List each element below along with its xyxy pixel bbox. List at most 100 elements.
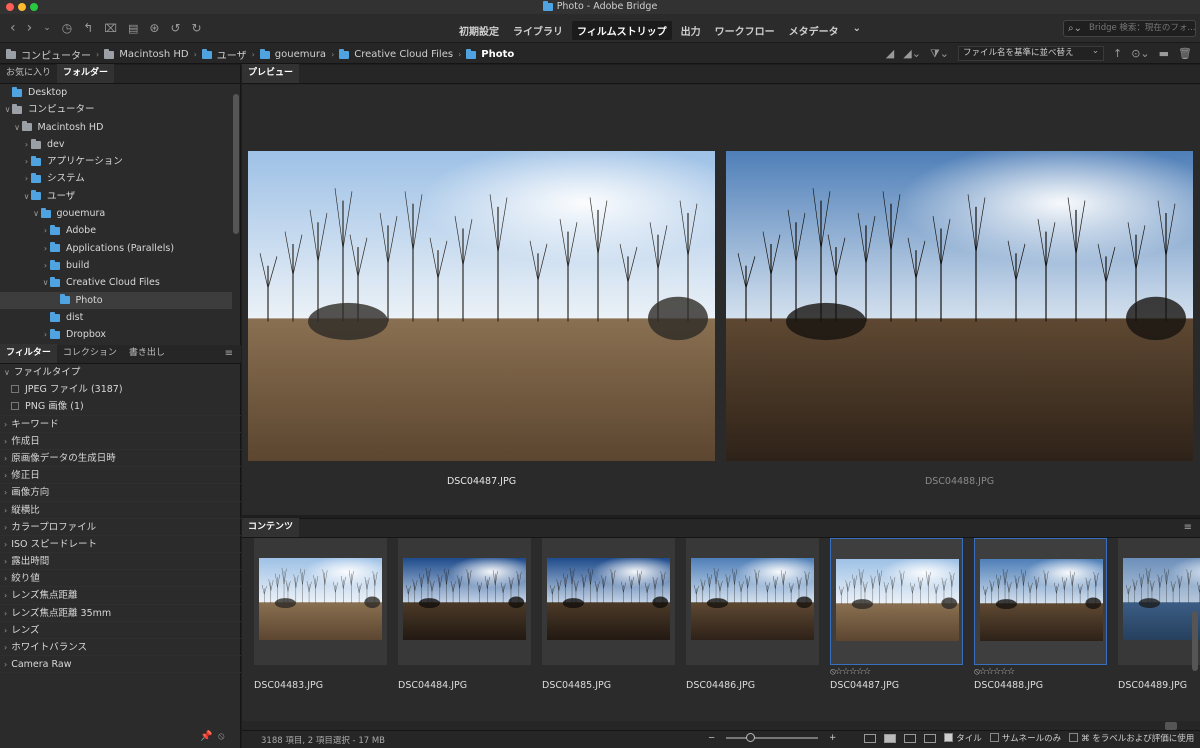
tab-export[interactable]: 書き出し xyxy=(123,344,171,363)
folder-tree-item[interactable]: › build xyxy=(0,257,232,274)
folder-tree-item[interactable]: ∨ コンピューター xyxy=(0,101,232,118)
breadcrumb-creative-cloud-files[interactable]: Creative Cloud Files xyxy=(354,49,453,60)
new-folder-icon[interactable]: ▬ xyxy=(1159,47,1169,60)
tab-folders[interactable]: フォルダー xyxy=(57,64,115,83)
tab-filter[interactable]: フィルター xyxy=(0,344,57,363)
back-icon[interactable]: ‹ xyxy=(10,20,16,36)
label-rating-checkbox[interactable] xyxy=(1069,733,1079,742)
folder-tree-item[interactable]: ∨ ユーザ xyxy=(0,188,232,205)
chevron-right-icon[interactable]: › xyxy=(41,326,50,340)
tile-checkbox[interactable] xyxy=(944,733,954,742)
zoom-window-button[interactable] xyxy=(30,3,38,11)
filter-item-jpeg[interactable]: JPEG ファイル (3187) xyxy=(0,381,241,398)
folder-tree-item[interactable]: › システム xyxy=(0,170,232,187)
forward-icon[interactable]: › xyxy=(27,20,33,36)
thumbnail-image[interactable] xyxy=(836,559,959,641)
sort-direction-icon[interactable]: ↑ xyxy=(1113,47,1122,60)
panel-menu-icon[interactable]: ≡ xyxy=(225,348,233,359)
tab-collection[interactable]: コレクション xyxy=(57,344,123,363)
thumbnail-frame[interactable] xyxy=(542,538,675,665)
thumbnail-only-checkbox[interactable] xyxy=(989,733,999,742)
scrollbar-thumb[interactable] xyxy=(233,94,239,234)
content-thumbnail[interactable]: ⦸☆☆☆☆☆ DSC04487.JPG xyxy=(830,538,963,721)
chevron-down-icon[interactable]: ∨ xyxy=(13,119,22,136)
folder-tree-scrollbar[interactable] xyxy=(232,84,240,340)
tab-preview[interactable]: プレビュー xyxy=(242,64,300,83)
filter-item-png[interactable]: PNG 画像 (1) xyxy=(0,398,241,416)
pin-icon[interactable]: 📌 xyxy=(200,731,212,742)
thumbnail-frame[interactable] xyxy=(974,538,1107,665)
search-input[interactable]: ⌕⌄ Bridge 検索：現在のフォ... xyxy=(1063,20,1196,37)
chevron-right-icon[interactable]: › xyxy=(22,170,31,187)
view-thumbnails-icon[interactable] xyxy=(884,733,897,743)
thumbnail-image[interactable] xyxy=(259,558,382,640)
filter-group[interactable]: › 作成日 xyxy=(0,433,241,450)
thumbnail-only-option[interactable]: サムネールのみ xyxy=(989,732,1061,744)
content-thumbnail[interactable]: DSC04485.JPG xyxy=(542,538,675,721)
zoom-in-icon[interactable]: + xyxy=(829,733,836,743)
filter-group[interactable]: › ISO スピードレート xyxy=(0,536,241,554)
quality-icon[interactable]: ◢ xyxy=(886,47,894,60)
breadcrumb-photo[interactable]: Photo xyxy=(481,49,514,60)
view-list-icon[interactable] xyxy=(924,733,937,743)
filter-group[interactable]: › 画像方向 xyxy=(0,484,241,502)
workspace-metadata[interactable]: メタデータ xyxy=(784,21,844,40)
workspace-filmstrip[interactable]: フィルムストリップ xyxy=(572,21,672,40)
thumbnail-image[interactable] xyxy=(1123,558,1200,640)
workspace-library[interactable]: ライブラリ xyxy=(508,21,568,40)
filter-group[interactable]: › 絞り値 xyxy=(0,570,241,588)
filter-group[interactable]: › 縦横比 xyxy=(0,502,241,519)
content-thumbnail[interactable]: DSC04484.JPG xyxy=(398,538,531,721)
filter-group[interactable]: › 露出時間 xyxy=(0,553,241,571)
thumbnail-image[interactable] xyxy=(980,559,1103,641)
folder-tree-item[interactable]: › Dropbox xyxy=(0,326,232,340)
camera-import-icon[interactable]: ⌧ xyxy=(104,22,117,35)
content-thumbnail[interactable]: DSC04486.JPG xyxy=(686,538,819,721)
boomerang-icon[interactable]: ↰ xyxy=(83,21,93,35)
filter-group[interactable]: › レンズ xyxy=(0,622,241,639)
folder-tree-item[interactable]: › アプリケーション xyxy=(0,153,232,170)
panel-menu-icon[interactable]: ≡ xyxy=(1184,522,1192,533)
thumbnail-size-slider[interactable] xyxy=(726,733,819,742)
thumbnail-frame[interactable] xyxy=(254,538,387,665)
chevron-right-icon[interactable]: › xyxy=(41,222,50,239)
grid-lock-icon[interactable] xyxy=(864,733,877,743)
filter-group[interactable]: › 原画像データの生成日時 xyxy=(0,450,241,468)
recent-files-icon[interactable]: ◷ xyxy=(62,21,72,35)
filter-group[interactable]: › レンズ焦点距離 35mm xyxy=(0,605,241,622)
label-rating-option[interactable]: ⌘ をラベルおよび評価に使用 xyxy=(1069,732,1194,744)
clear-filter-icon[interactable]: ⦸ xyxy=(218,731,225,742)
rating-stars[interactable]: ⦸☆☆☆☆☆ xyxy=(974,667,1015,677)
scrollbar-thumb[interactable] xyxy=(1165,722,1177,730)
thumbnail-image[interactable] xyxy=(547,558,670,640)
sort-select[interactable]: ファイル名を基準に並べ替え xyxy=(957,45,1104,61)
tab-favorites[interactable]: お気に入り xyxy=(0,64,57,83)
checkbox[interactable] xyxy=(11,385,19,394)
breadcrumb-users[interactable]: ユーザ xyxy=(217,47,247,62)
rotate-left-icon[interactable]: ↺ xyxy=(170,21,180,35)
workspace-default[interactable]: 初期設定 xyxy=(454,21,504,40)
refine-icon[interactable]: ▤ xyxy=(128,22,138,35)
folder-tree-item[interactable]: › Applications (Parallels) xyxy=(0,240,232,257)
view-details-icon[interactable] xyxy=(904,733,917,743)
thumbnail-frame[interactable] xyxy=(398,538,531,665)
breadcrumb-macintosh-hd[interactable]: Macintosh HD xyxy=(119,49,188,60)
filter-group[interactable]: › 修正日 xyxy=(0,467,241,485)
filter-group[interactable]: › ホワイトバランス xyxy=(0,639,241,657)
filter-icon[interactable]: ⧩⌄ xyxy=(930,47,949,61)
rotate-right-icon[interactable]: ↻ xyxy=(192,21,202,35)
rating-stars[interactable]: ⦸☆☆☆☆☆ xyxy=(830,667,871,677)
folder-tree-item[interactable]: ∨ gouemura xyxy=(0,205,232,222)
folder-tree-item[interactable]: › dev xyxy=(0,136,232,153)
folder-tree-item[interactable]: Desktop xyxy=(0,84,232,101)
thumbnail-image[interactable] xyxy=(403,558,526,640)
content-thumbnail[interactable]: ⦸☆☆☆☆☆ DSC04488.JPG xyxy=(974,538,1107,721)
workspace-workflow[interactable]: ワークフロー xyxy=(710,21,780,40)
folder-tree-item[interactable]: ∨ Macintosh HD xyxy=(0,119,232,136)
chevron-down-icon[interactable]: ∨ xyxy=(22,188,31,205)
chevron-right-icon[interactable]: › xyxy=(22,136,31,153)
content-thumbnail[interactable]: DSC04483.JPG xyxy=(254,538,387,721)
filter-group[interactable]: › キーワード xyxy=(0,416,241,433)
filter-group-file-type[interactable]: ∨ ファイルタイプ xyxy=(0,364,241,381)
filter-group[interactable]: › カラープロファイル xyxy=(0,519,241,536)
